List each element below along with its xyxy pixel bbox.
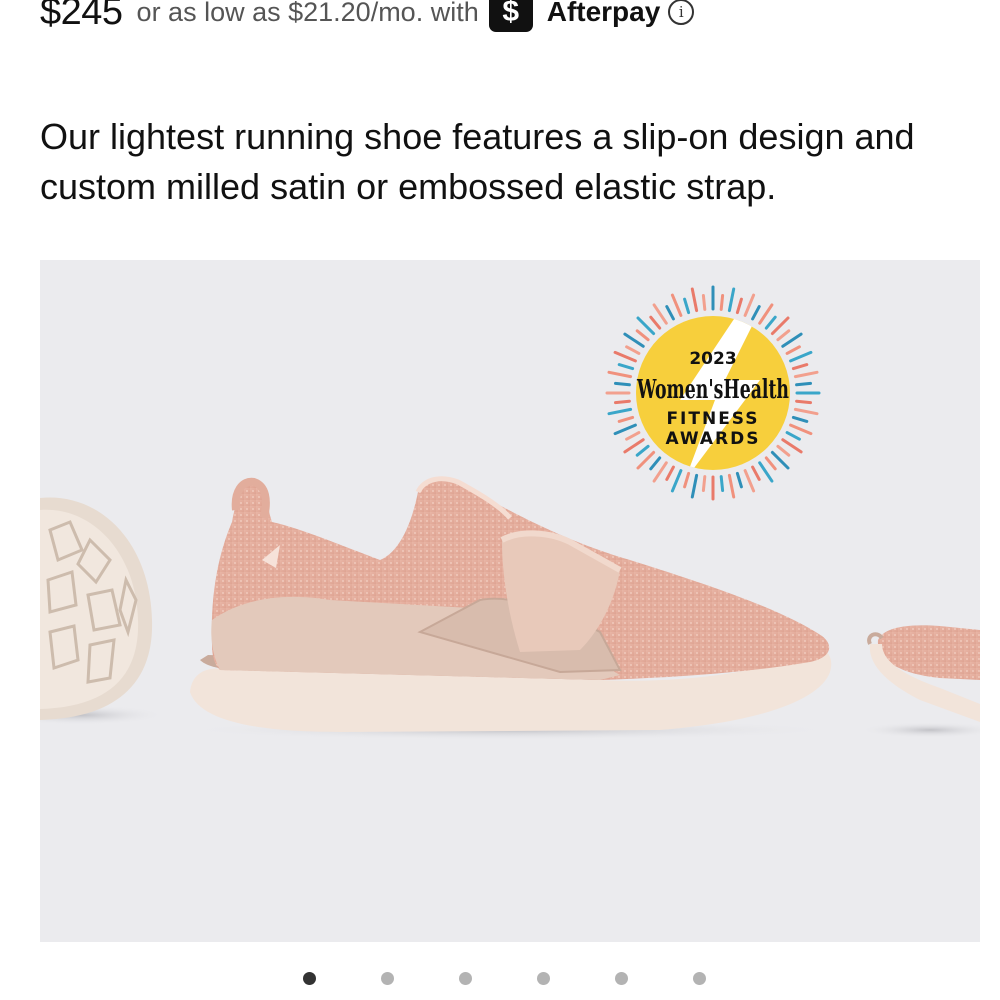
- badge-ray: [751, 305, 761, 321]
- badge-ray: [690, 473, 699, 499]
- badge-ray: [607, 370, 633, 379]
- badge-ray: [781, 332, 803, 348]
- badge-ray: [613, 350, 637, 363]
- info-icon[interactable]: i: [668, 0, 695, 25]
- product-page: $245 or as low as $21.20/mo. with $ Afte…: [0, 0, 1000, 1000]
- badge-ray: [758, 461, 774, 483]
- badge-ray: [665, 305, 675, 321]
- award-year: 2023: [689, 349, 736, 369]
- badge-ray: [719, 294, 725, 311]
- carousel-dot[interactable]: [303, 971, 316, 985]
- carousel-dot[interactable]: [615, 971, 628, 985]
- carousel-dot[interactable]: [381, 971, 394, 985]
- badge-ray: [670, 293, 683, 317]
- badge-ray: [617, 363, 635, 371]
- badge-ray: [776, 444, 791, 457]
- badge-ray: [776, 329, 791, 342]
- carousel-dot[interactable]: [459, 971, 472, 985]
- award-line-2: AWARDS: [666, 429, 761, 449]
- badge-ray: [607, 407, 633, 416]
- badge-ray: [617, 415, 635, 423]
- right-shoe: [860, 625, 980, 738]
- badge-ray: [791, 363, 809, 371]
- badge-ray: [701, 294, 707, 311]
- badge-ray: [793, 370, 819, 379]
- badge-ray: [764, 315, 777, 330]
- badge-ray: [690, 287, 699, 313]
- badge-ray: [735, 471, 743, 489]
- carousel-dot[interactable]: [693, 971, 706, 985]
- main-shoe: [180, 476, 840, 740]
- badge-ray: [758, 303, 774, 325]
- badge-ray: [735, 297, 743, 315]
- badge-ray: [785, 345, 801, 355]
- badge-ray: [665, 465, 675, 481]
- badge-ray: [636, 450, 656, 470]
- installment-text: or as low as $21.20/mo. with: [136, 0, 479, 27]
- womens-health-award-badge: 2023 Women'sHealth FITNESS AWARDS: [605, 285, 821, 501]
- badge-ray: [625, 431, 641, 441]
- badge-ray: [770, 450, 790, 470]
- badge-ray: [727, 473, 736, 499]
- badge-ray: [764, 456, 777, 471]
- product-price: $245: [40, 0, 123, 33]
- badge-ray: [636, 316, 656, 336]
- badge-ray: [795, 381, 812, 387]
- badge-ray: [652, 303, 668, 325]
- carousel-dot[interactable]: [537, 971, 550, 985]
- badge-ray: [623, 438, 645, 454]
- badge-ray: [743, 469, 756, 493]
- award-line-1: FITNESS: [666, 409, 759, 429]
- badge-ray: [789, 423, 813, 436]
- badge-ray: [635, 444, 650, 457]
- product-description: Our lightest running shoe features a sli…: [40, 116, 915, 207]
- badge-ray: [727, 287, 736, 313]
- badge-ray: [785, 431, 801, 441]
- badge-ray: [652, 461, 668, 483]
- badge-ray: [683, 471, 691, 489]
- badge-ray: [795, 399, 812, 405]
- product-image-gallery[interactable]: 2023 Women'sHealth FITNESS AWARDS: [40, 260, 980, 942]
- award-brand: Women'sHealth: [636, 375, 789, 405]
- price-row: $245 or as low as $21.20/mo. with $ Afte…: [40, 0, 695, 38]
- badge-ray: [625, 345, 641, 355]
- badge-ray: [614, 399, 631, 405]
- badge-ray: [701, 475, 707, 492]
- product-image: 2023 Women'sHealth FITNESS AWARDS: [40, 285, 980, 740]
- badge-ray: [751, 465, 761, 481]
- badge-ray: [789, 350, 813, 363]
- badge-ray: [614, 381, 631, 387]
- badge-ray: [649, 456, 662, 471]
- badge-ray: [613, 423, 637, 436]
- afterpay-label: Afterpay: [546, 0, 661, 27]
- badge-ray: [793, 407, 819, 416]
- badge-ray: [670, 469, 683, 493]
- badge-ray: [719, 475, 725, 492]
- badge-ray: [781, 438, 803, 454]
- carousel-dots: [303, 970, 706, 986]
- badge-ray: [770, 316, 790, 336]
- afterpay-logo-icon: $: [488, 0, 533, 32]
- badge-ray: [743, 293, 756, 317]
- badge-ray: [791, 415, 809, 423]
- badge-ray: [623, 332, 645, 348]
- badge-ray: [649, 315, 662, 330]
- left-shoe-sole: [40, 497, 165, 725]
- badge-ray: [635, 329, 650, 342]
- badge-ray: [683, 297, 691, 315]
